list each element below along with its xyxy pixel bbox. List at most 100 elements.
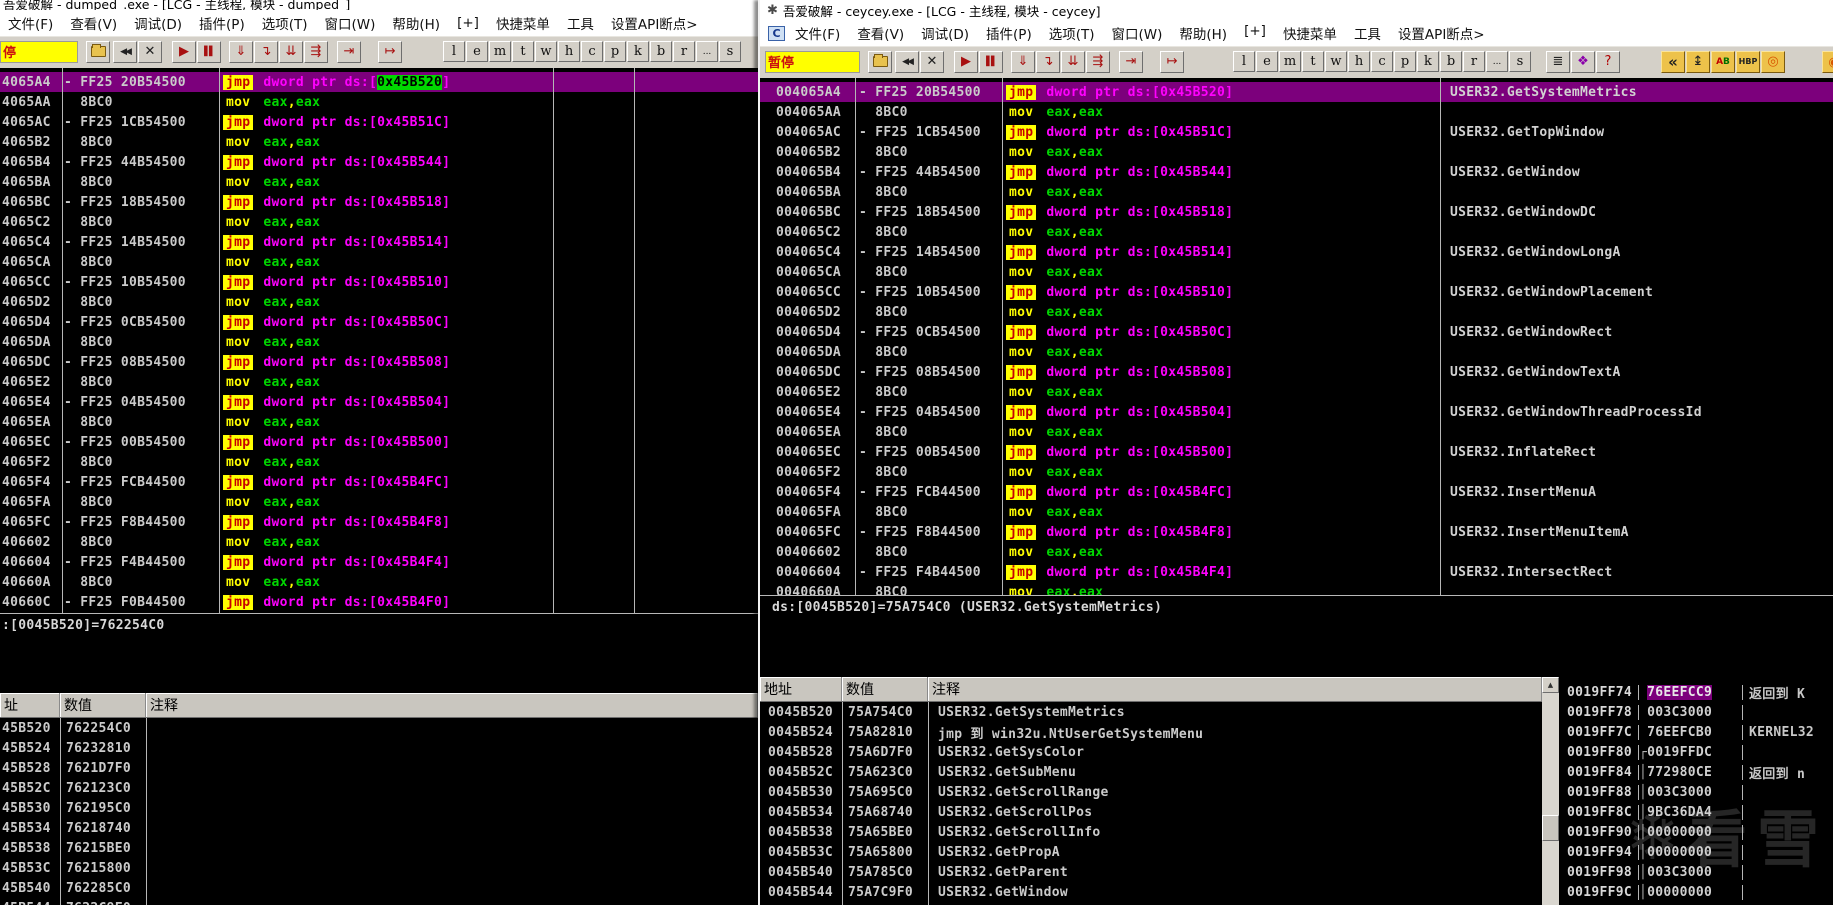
hbp-icon[interactable]: HBP <box>1736 50 1760 73</box>
disasm-row[interactable]: 4065EA 8BC0 mov eax, eax <box>0 412 758 432</box>
menu-item-10[interactable]: 设置API断点> <box>1398 23 1485 43</box>
shortcut-e-button[interactable]: e <box>466 41 488 62</box>
menu-item-0[interactable]: 文件(F) <box>8 13 53 33</box>
shortcut-w-button[interactable]: w <box>1325 51 1347 72</box>
step-over-icon[interactable]: ↴ <box>254 40 278 63</box>
till-user-icon[interactable]: ↦ <box>378 40 402 63</box>
stack-row[interactable]: 0019FF84 │772980CE 返回到 n <box>1559 762 1833 782</box>
table-row[interactable]: 0045B534 75A68740 USER32.GetScrollPos <box>760 802 1542 822</box>
column-header-1[interactable]: 址 <box>0 693 60 717</box>
shortcut-s-button[interactable]: s <box>1509 51 1531 72</box>
shortcut-k-button[interactable]: k <box>627 41 649 62</box>
options-icon[interactable]: ≣ <box>1546 50 1570 73</box>
column-header-1[interactable]: 地址 <box>760 677 842 701</box>
table-row[interactable]: 0045B540 75A785C0 USER32.GetParent <box>760 862 1542 882</box>
menu-item-6[interactable]: 帮助(H) <box>1179 23 1227 43</box>
disasm-row[interactable]: 4065D4 - FF25 0CB54500 jmp dword ptr ds:[0x… <box>0 312 758 332</box>
child-window-icon[interactable]: C <box>768 25 785 41</box>
disasm-row[interactable]: 004065DC - FF25 08B54500 jmp dword ptr ds:[… <box>760 362 1833 382</box>
pause-icon[interactable]: ▌▌ <box>197 40 221 63</box>
shortcut-r-button[interactable]: r <box>673 41 695 62</box>
menu-item-0[interactable]: 文件(F) <box>795 23 840 43</box>
menu-item-3[interactable]: 插件(P) <box>986 23 1032 43</box>
stack-row[interactable]: 0019FF98 │003C3000 <box>1559 862 1833 882</box>
menu-item-9[interactable]: 工具 <box>1354 23 1381 43</box>
shortcut-l-button[interactable]: l <box>1233 51 1255 72</box>
shortcut-e-button[interactable]: e <box>1256 51 1278 72</box>
disassembly-pane[interactable]: 004065A4 - FF25 20B54500 jmp dword ptr ds:[… <box>760 78 1833 595</box>
disasm-row[interactable]: 004065FA 8BC0 mov eax, eax <box>760 502 1833 522</box>
table-row[interactable]: 0045B544 75A7C9F0 USER32.GetWindow <box>760 882 1542 902</box>
animate-into-icon[interactable]: ⇊ <box>1061 50 1085 73</box>
disasm-row[interactable]: 4065AA 8BC0 mov eax, eax <box>0 92 758 112</box>
menu-item-4[interactable]: 选项(T) <box>1049 23 1095 43</box>
shortcut-r-button[interactable]: r <box>1463 51 1485 72</box>
disasm-row[interactable]: 40660A 8BC0 mov eax, eax <box>0 572 758 592</box>
help-icon[interactable]: ? <box>1596 50 1620 73</box>
disasm-row[interactable]: 4065FA 8BC0 mov eax, eax <box>0 492 758 512</box>
run-icon[interactable]: ▶ <box>954 50 978 73</box>
shortcut-p-button[interactable]: p <box>1394 51 1416 72</box>
back-icon[interactable]: « <box>1661 50 1685 73</box>
disasm-row[interactable]: 4065CA 8BC0 mov eax, eax <box>0 252 758 272</box>
column-header-3[interactable]: 注释 <box>146 693 758 717</box>
stack-row[interactable]: 0019FF90 │00000000 <box>1559 822 1833 842</box>
column-header-2[interactable]: 数值 <box>842 677 928 701</box>
table-row[interactable]: 0045B538 75A65BE0 USER32.GetScrollInfo <box>760 822 1542 842</box>
menu-item-5[interactable]: 窗口(W) <box>1112 23 1163 43</box>
table-row[interactable]: 0045B53C 75A65800 USER32.GetPropA <box>760 842 1542 862</box>
stack-row[interactable]: 0019FF7C 76EEFCB0 KERNEL32 <box>1559 722 1833 742</box>
shortcut-more-button[interactable]: ... <box>696 41 718 62</box>
stack-pane[interactable]: ❄ 看雪 0019FF74 76EEFCC9 返回到 K 0019FF78 003C… <box>1559 677 1833 905</box>
disasm-row[interactable]: 4065DA 8BC0 mov eax, eax <box>0 332 758 352</box>
till-user-icon[interactable]: ↦ <box>1160 50 1184 73</box>
disasm-row[interactable]: 004065BC - FF25 18B54500 jmp dword ptr ds:[… <box>760 202 1833 222</box>
disasm-row[interactable]: 4065BA 8BC0 mov eax, eax <box>0 172 758 192</box>
open-file-icon[interactable] <box>868 50 892 73</box>
stack-row[interactable]: 0019FF78 003C3000 <box>1559 702 1833 722</box>
disassembly-pane[interactable]: 4065A4 - FF25 20B54500 jmp dword ptr ds:[0x… <box>0 68 758 613</box>
disasm-row[interactable]: 4065D2 8BC0 mov eax, eax <box>0 292 758 312</box>
vertical-scrollbar[interactable]: ▲ <box>1542 677 1559 905</box>
disasm-row[interactable]: 4065C4 - FF25 14B54500 jmp dword ptr ds:[0x… <box>0 232 758 252</box>
step-into-icon[interactable]: ⇓ <box>229 40 253 63</box>
animate-over-icon[interactable]: ⇶ <box>304 40 328 63</box>
column-header-3[interactable]: 注释 <box>928 677 1542 701</box>
table-row[interactable]: 45B538 76215BE0 <box>0 838 758 858</box>
step-over-icon[interactable]: ↴ <box>1036 50 1060 73</box>
stack-row[interactable]: 0019FF88 │003C3000 <box>1559 782 1833 802</box>
animate-over-icon[interactable]: ⇶ <box>1086 50 1110 73</box>
menu-item-10[interactable]: 设置API断点> <box>611 13 698 33</box>
plugin-icon[interactable]: ❖ <box>1571 50 1595 73</box>
ab-icon[interactable]: AB <box>1711 50 1735 73</box>
disasm-row[interactable]: 0040660A 8BC0 mov eax, eax <box>760 582 1833 596</box>
menu-item-1[interactable]: 查看(V) <box>857 23 904 43</box>
disasm-row[interactable]: 4065E2 8BC0 mov eax, eax <box>0 372 758 392</box>
disasm-row[interactable]: 4065EC - FF25 00B54500 jmp dword ptr ds:[0x… <box>0 432 758 452</box>
disasm-row[interactable]: 4065A4 - FF25 20B54500 jmp dword ptr ds:[0x… <box>0 72 758 92</box>
disasm-row[interactable]: 004065E2 8BC0 mov eax, eax <box>760 382 1833 402</box>
table-row[interactable]: 0045B530 75A695C0 USER32.GetScrollRange <box>760 782 1542 802</box>
shortcut-s-button[interactable]: s <box>719 41 741 62</box>
disasm-row[interactable]: 004065EA 8BC0 mov eax, eax <box>760 422 1833 442</box>
table-row[interactable]: 45B5447622C9F0 <box>0 898 758 905</box>
disasm-row[interactable]: 004065C4 - FF25 14B54500 jmp dword ptr ds:[… <box>760 242 1833 262</box>
disasm-row[interactable]: 004065BA 8BC0 mov eax, eax <box>760 182 1833 202</box>
table-row[interactable]: 0045B524 75A82810 jmp 到 win32u.NtUserGetSy… <box>760 722 1542 742</box>
disasm-row[interactable]: 4065B4 - FF25 44B54500 jmp dword ptr ds:[0x… <box>0 152 758 172</box>
animate-into-icon[interactable]: ⇊ <box>279 40 303 63</box>
disasm-row[interactable]: 4065AC - FF25 1CB54500 jmp dword ptr ds:[0x… <box>0 112 758 132</box>
stack-row[interactable]: 0019FF9C │00000000 <box>1559 882 1833 902</box>
run-icon[interactable]: ▶ <box>172 40 196 63</box>
disasm-row[interactable]: 4065B2 8BC0 mov eax, eax <box>0 132 758 152</box>
disasm-row[interactable]: 4065F2 8BC0 mov eax, eax <box>0 452 758 472</box>
table-row[interactable]: 45B53C 76215800 <box>0 858 758 878</box>
disasm-row[interactable]: 004065AC - FF25 1CB54500 jmp dword ptr ds:[… <box>760 122 1833 142</box>
table-row[interactable]: 45B534 76218740 <box>0 818 758 838</box>
stack-row[interactable]: 0019FF8C │9BC36DA4 <box>1559 802 1833 822</box>
shortcut-p-button[interactable]: p <box>604 41 626 62</box>
menu-item-4[interactable]: 选项(T) <box>262 13 308 33</box>
menu-item-8[interactable]: 快捷菜单 <box>496 13 550 33</box>
shortcut-l-button[interactable]: l <box>443 41 465 62</box>
scrollbar-thumb[interactable] <box>1542 815 1559 841</box>
